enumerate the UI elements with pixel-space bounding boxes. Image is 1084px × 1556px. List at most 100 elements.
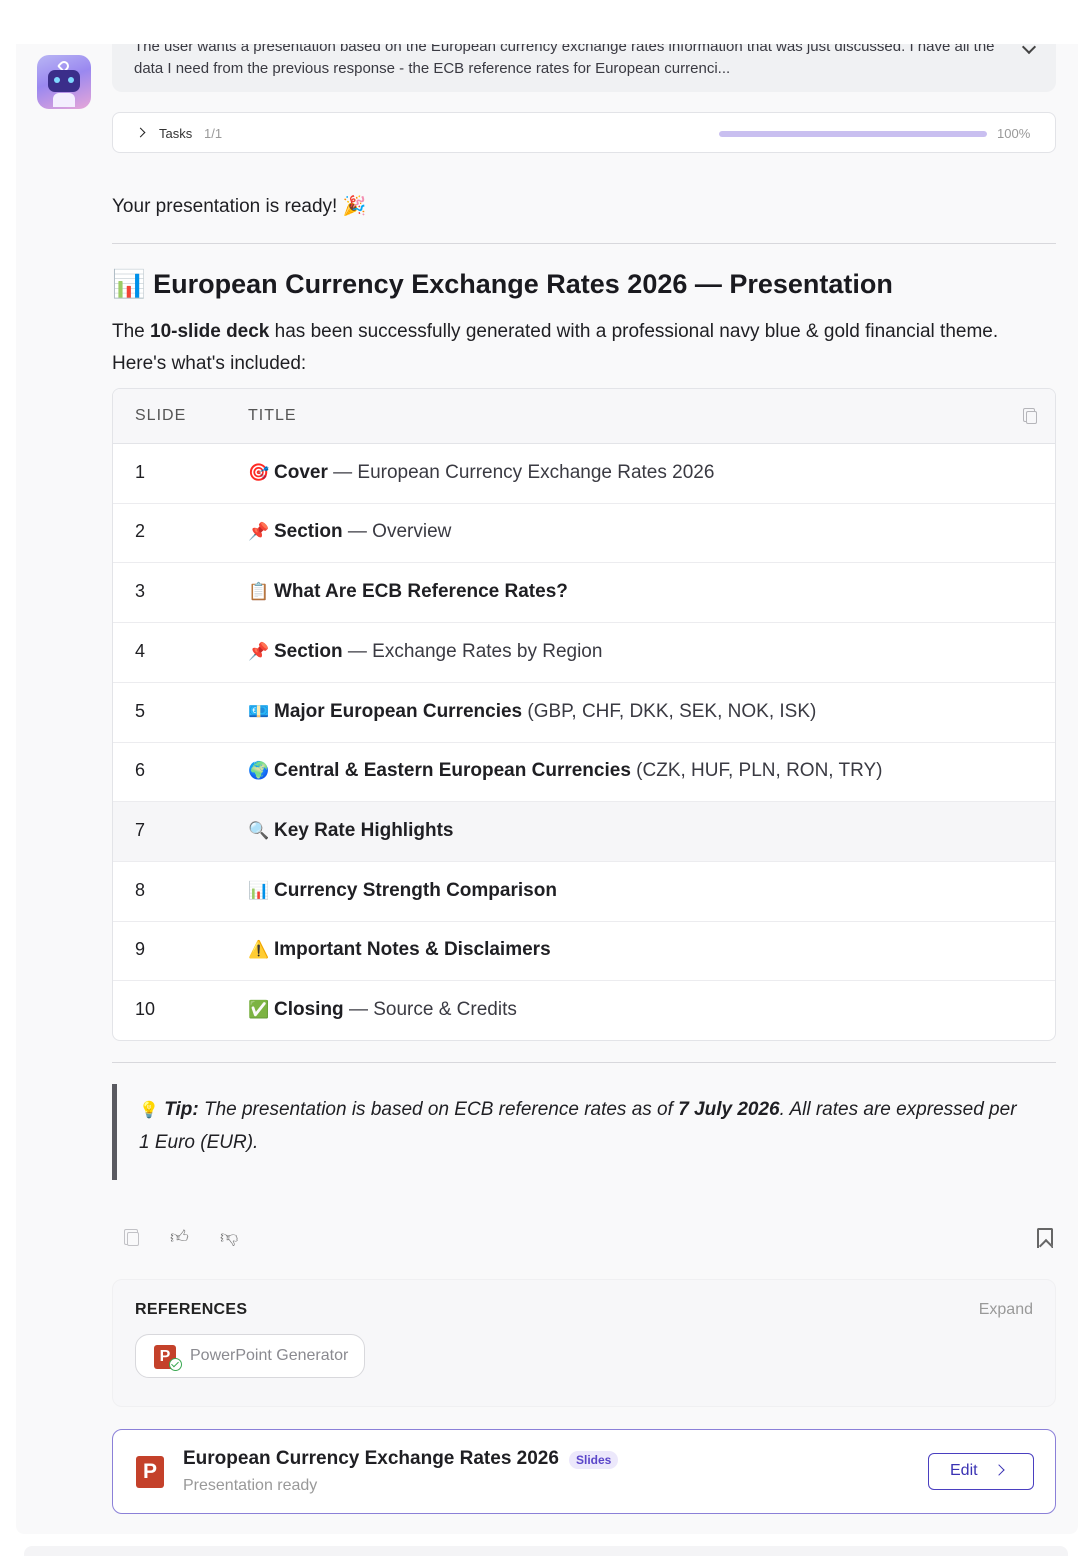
slide-title-bold: Central & Eastern European Currencies [274,760,631,781]
slide-title-bold: What Are ECB Reference Rates? [274,581,568,602]
slide-number: 1 [135,462,146,482]
heading-text: European Currency Exchange Rates 2026 — … [153,269,893,299]
slide-title: 📋 What Are ECB Reference Rates? [248,581,568,603]
slide-title: 💶 Major European Currencies (GBP, CHF, DK… [248,701,816,723]
slide-title: 📌 Section — Exchange Rates by Region [248,641,602,663]
slide-title-rest: — European Currency Exchange Rates 2026 [327,462,715,483]
reference-chip-powerpoint[interactable]: P PowerPoint Generator [135,1334,366,1378]
thinking-summary[interactable]: The user wants a presentation based on t… [112,44,1056,92]
lightbulb-icon: 💡 [139,1102,159,1119]
slide-emoji-icon: 📋 [248,582,270,601]
slide-title-rest: (CZK, HUF, PLN, RON, TRY) [630,760,883,781]
slide-title: 🔍 Key Rate Highlights [248,820,453,842]
slide-emoji-icon: 📌 [248,642,270,661]
copy-table-icon[interactable] [1023,408,1037,424]
chevron-right-icon [993,1464,1005,1476]
slides-badge: Slides [569,1451,619,1469]
slide-title: 📊 Currency Strength Comparison [248,880,557,902]
edit-button[interactable]: Edit [928,1453,1034,1490]
slide-emoji-icon: 💶 [248,702,270,721]
table-row: 8 📊 Currency Strength Comparison [113,862,1055,922]
slide-title-bold: Currency Strength Comparison [274,880,557,901]
powerpoint-icon: P [136,1456,164,1488]
presentation-card[interactable]: P European Currency Exchange Rates 2026 … [112,1429,1056,1514]
ready-message: Your presentation is ready! 🎉 [112,196,367,217]
slide-emoji-icon: 📌 [248,522,270,541]
slide-title-bold: Section [274,521,343,542]
tip-label: Tip: [164,1099,199,1120]
slide-number: 10 [135,999,156,1019]
table-row: 6 🌍 Central & Eastern European Currencies … [113,742,1055,802]
tasks-label: Tasks [159,126,193,141]
desc-pre: The [112,321,151,342]
table-row: 10 ✅ Closing — Source & Credits [113,981,1055,1040]
slide-title: 🎯 Cover — European Currency Exchange Rate… [248,462,714,484]
presentation-heading: 📊 European Currency Exchange Rates 2026 … [112,268,893,300]
tip-blockquote: 💡 Tip: The presentation is based on ECB … [112,1084,1056,1180]
edit-label: Edit [950,1462,978,1479]
chevron-down-icon[interactable] [1021,44,1037,55]
slide-number: 5 [135,701,146,721]
slide-title: ⚠️ Important Notes & Disclaimers [248,939,551,961]
header-slide: SLIDE [135,407,187,424]
slide-title-rest: — Source & Credits [343,999,517,1020]
slide-title-rest: (GBP, CHF, DKK, SEK, NOK, ISK) [522,701,817,722]
table-row: 5 💶 Major European Currencies (GBP, CHF, D… [113,683,1055,743]
slide-number: 4 [135,641,146,661]
slide-number: 2 [135,521,146,541]
composer-edge [24,1546,1068,1556]
expand-button[interactable]: Expand [979,1301,1033,1319]
card-title: European Currency Exchange Rates 2026 [183,1448,559,1469]
table-row: 1 🎯 Cover — European Currency Exchange Rat… [113,444,1055,504]
slide-title-bold: Closing [274,999,344,1020]
slide-number: 3 [135,581,146,601]
slide-emoji-icon: ⚠️ [248,940,270,959]
thumbs-down-icon[interactable]: 👎︎ [220,1226,242,1248]
copy-icon[interactable] [120,1226,142,1248]
assistant-avatar [37,55,91,109]
slide-emoji-icon: ✅ [248,1000,270,1019]
slide-title: ✅ Closing — Source & Credits [248,999,517,1021]
thumbs-up-icon[interactable]: 👍︎ [170,1226,192,1248]
slide-title-bold: Cover [274,462,328,483]
slide-title-rest: — Overview [342,521,452,542]
card-subtitle: Presentation ready [183,1477,318,1494]
slide-number: 7 [135,820,146,840]
table-row: 9 ⚠️ Important Notes & Disclaimers [113,921,1055,981]
references-panel: REFERENCES Expand P PowerPoint Generator [112,1279,1056,1407]
chevron-right-icon[interactable] [135,127,146,138]
tasks-bar[interactable]: Tasks 1/1 100% [112,112,1056,153]
reference-label: PowerPoint Generator [190,1347,349,1364]
slide-title: 🌍 Central & Eastern European Currencies (… [248,760,883,782]
slide-title-bold: Key Rate Highlights [274,820,454,841]
tasks-progress-label: 100% [997,126,1031,141]
header-title: TITLE [248,407,297,424]
slide-title-bold: Section [274,641,343,662]
slide-number: 6 [135,760,146,780]
slide-emoji-icon: 🎯 [248,463,270,482]
bookmark-icon[interactable] [1037,1228,1053,1248]
table-header: SLIDE TITLE [113,389,1055,444]
description: The 10-slide deck has been successfully … [112,316,1056,380]
divider [112,1062,1056,1063]
slide-emoji-icon: 🔍 [248,821,270,840]
slide-title-bold: Major European Currencies [274,701,523,722]
table-row: 3 📋 What Are ECB Reference Rates? [113,563,1055,623]
table-row: 4 📌 Section — Exchange Rates by Region [113,623,1055,683]
slide-number: 9 [135,939,146,959]
slide-title-rest: — Exchange Rates by Region [342,641,603,662]
check-icon [169,1358,182,1371]
slide-number: 8 [135,880,146,900]
thinking-text: The user wants a presentation based on t… [134,44,995,77]
slide-emoji-icon: 🌍 [248,761,270,780]
references-title: REFERENCES [135,1301,248,1318]
table-row: 2 📌 Section — Overview [113,503,1055,563]
slide-title-bold: Important Notes & Disclaimers [274,939,551,960]
divider [112,243,1056,244]
table-row: 7 🔍 Key Rate Highlights [113,802,1055,862]
bar-chart-icon: 📊 [112,269,146,299]
tasks-count: 1/1 [204,126,223,141]
slide-title: 📌 Section — Overview [248,521,451,543]
tip-pre: The presentation is based on ECB referen… [198,1099,679,1120]
desc-bold: 10-slide deck [150,321,270,342]
